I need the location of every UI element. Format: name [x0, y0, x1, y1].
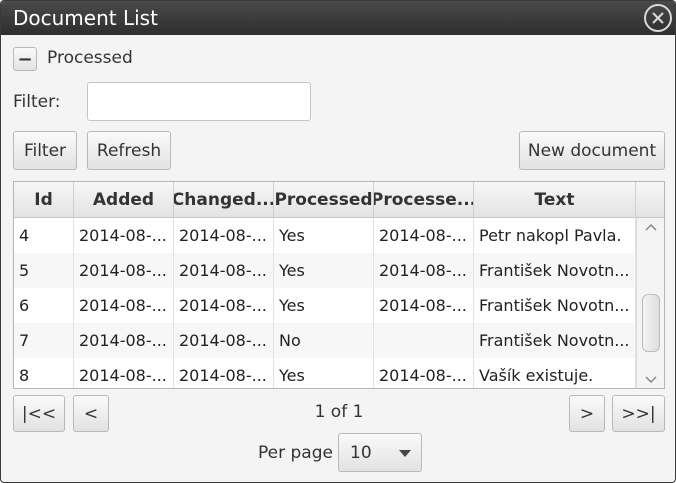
cell-id: 4	[14, 218, 74, 253]
cell-processed: No	[274, 323, 374, 358]
chevron-down-icon	[399, 450, 411, 457]
next-page-button[interactable]: >	[569, 395, 605, 432]
cell-added: 2014-08-...	[74, 253, 174, 288]
table-body: 4 2014-08-... 2014-08-... Yes 2014-08-..…	[14, 218, 636, 388]
cell-added: 2014-08-...	[74, 288, 174, 323]
cell-text: Petr nakopl Pavla.	[474, 218, 636, 253]
cell-processed: Yes	[274, 288, 374, 323]
table-row[interactable]: 4 2014-08-... 2014-08-... Yes 2014-08-..…	[14, 218, 636, 253]
cell-changed: 2014-08-...	[174, 323, 274, 358]
document-list-window: Document List − Processed Filter: Filter…	[0, 0, 676, 483]
cell-text: František Novotn...	[474, 288, 636, 323]
chevron-up-icon	[645, 223, 657, 231]
table-row[interactable]: 5 2014-08-... 2014-08-... Yes 2014-08-..…	[14, 253, 636, 288]
column-header-processed-date[interactable]: Processe...	[374, 182, 474, 218]
refresh-button[interactable]: Refresh	[87, 131, 171, 170]
filter-button[interactable]: Filter	[13, 131, 77, 170]
per-page-value: 10	[350, 443, 372, 463]
filter-input[interactable]	[87, 82, 311, 121]
per-page-label: Per page	[258, 443, 333, 463]
table-header: Id Added Changed... Processed Processe..…	[14, 182, 664, 218]
window-title: Document List	[13, 6, 158, 30]
cell-added: 2014-08-...	[74, 323, 174, 358]
cell-changed: 2014-08-...	[174, 218, 274, 253]
filter-label: Filter:	[13, 92, 61, 112]
cell-changed: 2014-08-...	[174, 253, 274, 288]
cell-changed: 2014-08-...	[174, 358, 274, 388]
cell-changed: 2014-08-...	[174, 288, 274, 323]
cell-id: 5	[14, 253, 74, 288]
cell-id: 6	[14, 288, 74, 323]
close-icon	[652, 12, 664, 24]
chevron-down-icon	[645, 376, 657, 384]
per-page-select[interactable]: 10	[338, 433, 422, 472]
table-row[interactable]: 7 2014-08-... 2014-08-... No František N…	[14, 323, 636, 358]
cell-processed-date: 2014-08-...	[374, 288, 474, 323]
column-header-processed[interactable]: Processed	[274, 182, 374, 218]
column-header-text[interactable]: Text	[474, 182, 636, 218]
scroll-up-button[interactable]	[644, 221, 658, 233]
new-document-button[interactable]: New document	[519, 131, 665, 170]
cell-id: 8	[14, 358, 74, 388]
column-header-id[interactable]: Id	[14, 182, 74, 218]
cell-processed-date: 2014-08-...	[374, 358, 474, 388]
vertical-scrollbar[interactable]	[636, 218, 664, 388]
scroll-down-button[interactable]	[644, 374, 658, 386]
cell-processed-date: 2014-08-...	[374, 253, 474, 288]
table-row[interactable]: 6 2014-08-... 2014-08-... Yes 2014-08-..…	[14, 288, 636, 323]
table-row[interactable]: 8 2014-08-... 2014-08-... Yes 2014-08-..…	[14, 358, 636, 388]
cell-processed-date	[374, 323, 474, 358]
cell-text: František Novotn...	[474, 253, 636, 288]
close-button[interactable]	[644, 4, 672, 32]
title-bar[interactable]: Document List	[1, 1, 675, 35]
collapse-toggle-button[interactable]: −	[13, 47, 37, 71]
section-label: Processed	[47, 48, 133, 68]
cell-id: 7	[14, 323, 74, 358]
cell-added: 2014-08-...	[74, 358, 174, 388]
cell-text: Vašík existuje.	[474, 358, 636, 388]
document-table: Id Added Changed... Processed Processe..…	[13, 181, 665, 389]
column-header-filler	[636, 182, 664, 218]
last-page-button[interactable]: >>|	[612, 395, 665, 432]
cell-processed: Yes	[274, 358, 374, 388]
cell-processed: Yes	[274, 218, 374, 253]
cell-processed: Yes	[274, 253, 374, 288]
column-header-added[interactable]: Added	[74, 182, 174, 218]
cell-text: František Novotn...	[474, 323, 636, 358]
cell-added: 2014-08-...	[74, 218, 174, 253]
column-header-changed[interactable]: Changed...	[174, 182, 274, 218]
scrollbar-thumb[interactable]	[642, 294, 660, 352]
cell-processed-date: 2014-08-...	[374, 218, 474, 253]
